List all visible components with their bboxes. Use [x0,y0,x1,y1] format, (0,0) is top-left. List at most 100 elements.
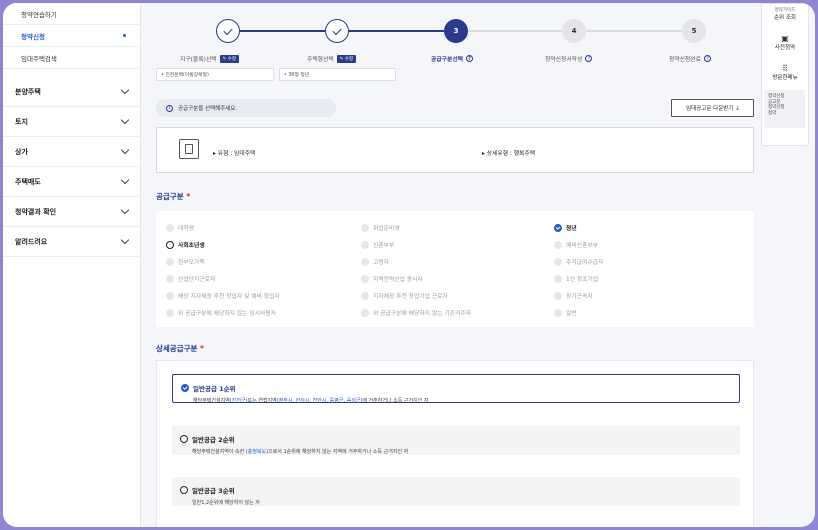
detail-option-rank-2[interactable]: 일반공급 2순위 해당주택건설지역이 속한 (충청북도)으로서 1순위에 해당하… [172,426,740,455]
step-1-label: 지구(블록)선택 ✎ 수정 [180,54,240,63]
active-dot-icon [123,34,126,37]
supply-option[interactable]: 예비신혼부부 [554,240,598,249]
main-content: 3 4 5 지구(블록)선택 ✎ 수정 주택형선택 ✎ 수정 공급구분선택 ? … [142,3,762,527]
sub-item-search[interactable]: 임대주택검색 [3,47,140,69]
step-number: 4 [571,27,577,35]
supply-option[interactable]: 고령자 [361,257,389,266]
download-notice-label: 임대공고문 다운받기 [686,106,734,112]
detail-option-rank-1[interactable]: 일반공급 1순위 해당주택건설지역(진천군)또는 연접지역(청주시, 안성시, … [172,374,740,404]
detail-option-label: 일반공급 2순위 [192,436,235,444]
step-3-circle: 3 [444,19,468,43]
desc-highlight: 진천군 [231,398,246,404]
radio-icon [180,486,188,494]
step-connector [468,30,562,32]
recent-item[interactable]: 청약 [768,111,802,117]
chevron-down-icon [120,85,130,95]
option-label: 지자체장 추천 창업기업 근로자 [373,294,448,300]
edit-button[interactable]: ✎ 수정 [219,54,240,63]
desc-text: )으로서 1순위에 해당하지 않는 지역에 거주하거나 소득 근거지인 자 [266,449,409,455]
supply-option[interactable]: 지자체장 추천 창업기업 근로자 [361,291,448,300]
nav-item-house-sale[interactable]: 주택매도 [3,167,140,197]
supply-option[interactable]: 장기근속자 [554,291,593,300]
nav-item-label: 청약결과 확인 [15,207,57,216]
detail-option-head: 일반공급 1순위 [181,383,236,393]
step-label-text: 청약신청완료 [669,57,701,63]
supply-option[interactable]: 1인 창조기업 [554,274,598,283]
left-sidebar: 청약연습하기 청약신청 임대주택검색 분양주택 토지 상가 주택매도 청약결과 … [3,3,141,527]
desc-text: 해당주택건설지역이 속한 ( [192,449,248,455]
detail-option-head: 일반공급 3순위 [180,485,235,495]
option-label: 일반 [566,311,577,317]
supply-option[interactable]: 주거급여수급자 [554,257,603,266]
quick-pre-subscription[interactable]: ▣ 사전청약 [762,26,808,56]
step-number: 5 [691,27,697,35]
supply-option[interactable]: 위 공급구분에 해당하지 않는 임시사용자 [166,308,276,317]
option-label: 고령자 [373,260,389,266]
required-mark: * [200,344,204,353]
chevron-down-icon [120,175,130,185]
download-notice-button[interactable]: 임대공고문 다운받기 ⤓ [671,99,754,117]
detail-option-label: 일반공급 3순위 [192,487,235,495]
nav-item-results[interactable]: 청약결과 확인 [3,197,140,227]
radio-icon [361,223,369,232]
help-icon[interactable]: ? [585,55,593,62]
radio-icon [166,274,174,283]
step-connector [240,30,325,32]
detail-title-text: 상세공급구분 [156,344,198,353]
supply-option[interactable]: 해당 지자체장 추천 창업자 및 예비 창업자 [166,291,280,300]
building-icon [179,139,199,159]
radio-icon [180,435,188,443]
info-icon: i [166,104,173,112]
step-label-text: 주택형선택 [307,57,334,63]
quick-pre-label: 사전청약 [774,45,796,51]
radio-icon [166,257,174,266]
supply-option[interactable]: 지역전략산업 종사자 [361,274,423,283]
sub-item-apply[interactable]: 청약신청 [3,25,140,47]
help-icon[interactable]: ? [704,55,711,62]
step-label-text: 청약신청서작성 [545,57,583,63]
nav-item-label: 주택매도 [15,177,41,186]
radio-icon [554,291,562,300]
nav-item-notices[interactable]: 알려드려요 [3,227,140,257]
step-connector [586,30,682,32]
supply-section-title: 공급구분 * [156,191,190,202]
supply-option[interactable]: 위 공급구분에 해당하지 않는 기존거주자 [361,308,471,317]
radio-icon [554,240,562,249]
chevron-down-icon [120,145,130,155]
option-label: 신혼부부 [373,243,395,249]
option-label: 지역전략산업 종사자 [373,277,423,283]
sub-item-practice[interactable]: 청약연습하기 [3,3,140,25]
option-label: 해당 지자체장 추천 창업자 및 예비 창업자 [178,294,280,300]
supply-option[interactable]: 산업단지근로자 [166,274,215,283]
detail-option-label: 일반공급 1순위 [193,385,236,393]
supply-option[interactable]: 취업준비생 [361,223,400,232]
desc-highlight: 청주시, 안성시, 천안시, 증평군, 음성군 [278,398,361,404]
chevron-down-icon [120,205,130,215]
edit-label: 수정 [344,56,354,62]
help-icon[interactable]: ? [466,55,473,62]
housing-type: ▸ 유형 : 임대주택 [213,151,256,157]
calendar-icon: ▣ [781,34,789,43]
option-label: 주거급여수급자 [566,260,604,266]
selected-type-field: • 36형 청년 [279,68,396,81]
edit-button[interactable]: ✎ 수정 [336,54,357,63]
quick-rank-label: 순위 조회 [774,14,796,21]
supply-option[interactable]: 일반 [554,308,577,317]
supply-option[interactable]: 한부모가족 [166,257,205,266]
required-mark: * [186,192,191,201]
radio-icon [554,257,562,266]
quick-rank-lookup[interactable]: 청약가이드 순위 조회 [762,4,808,26]
desc-text: )에 거주하거나 소득 근거지인 자 [360,398,429,404]
detail-option-rank-3[interactable]: 일반공급 3순위 일반1,2순위에 해당하지 않는 자 [172,477,740,506]
nav-item-label: 분양주택 [15,87,41,96]
supply-option[interactable]: 대학생 [166,223,194,232]
nav-item-sale-housing[interactable]: 분양주택 [3,77,140,107]
supply-option[interactable]: 신혼부부 [361,240,394,249]
quick-visited-menu[interactable]: ⠿ 방문한메뉴 [762,56,808,86]
nav-item-commercial[interactable]: 상가 [3,137,140,167]
supply-option-selected[interactable]: 청년 [554,223,577,232]
option-label: 예비신혼부부 [566,243,598,249]
radio-icon [361,240,369,249]
supply-option[interactable]: 사회초년생 [166,240,205,249]
nav-item-land[interactable]: 토지 [3,107,140,137]
